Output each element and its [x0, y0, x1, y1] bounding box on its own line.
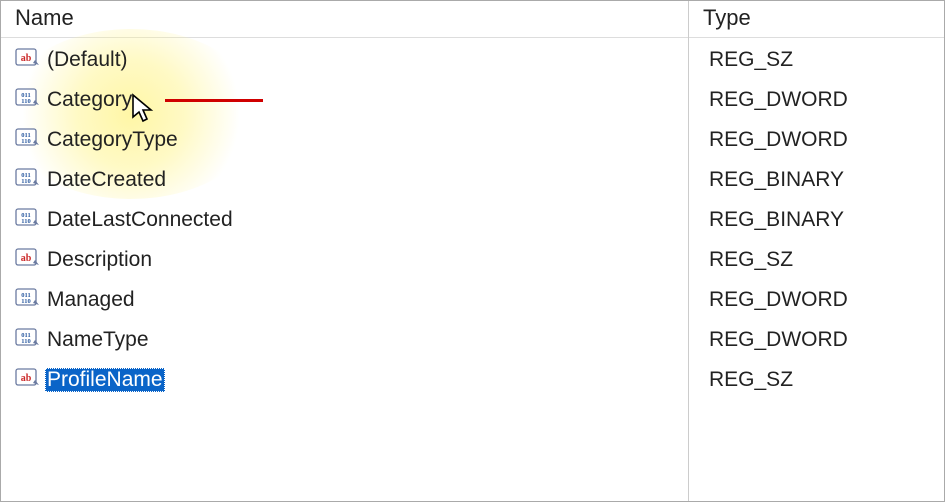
- registry-list[interactable]: Name ab(Default)011110Category011110Cate…: [1, 1, 944, 501]
- registry-value-name[interactable]: Managed: [45, 288, 137, 312]
- svg-text:110: 110: [21, 298, 30, 305]
- registry-value-name[interactable]: Category: [45, 88, 134, 112]
- registry-value-row[interactable]: 011110CategoryType: [1, 120, 688, 160]
- svg-text:ab: ab: [21, 373, 32, 384]
- column-header-name[interactable]: Name: [1, 1, 688, 38]
- reg-binary-icon: 011110: [15, 286, 45, 314]
- registry-value-row[interactable]: ab Description: [1, 240, 688, 280]
- reg-string-icon: ab: [15, 366, 45, 394]
- registry-value-type: REG_DWORD: [703, 288, 848, 312]
- registry-value-name[interactable]: DateLastConnected: [45, 208, 235, 232]
- registry-value-name[interactable]: NameType: [45, 328, 151, 352]
- registry-value-type-row[interactable]: REG_DWORD: [689, 280, 944, 320]
- registry-value-row[interactable]: ab (Default): [1, 40, 688, 80]
- svg-text:110: 110: [21, 138, 30, 145]
- column-header-type[interactable]: Type: [689, 1, 944, 38]
- registry-value-type-row[interactable]: REG_DWORD: [689, 80, 944, 120]
- registry-value-type-row[interactable]: REG_SZ: [689, 40, 944, 80]
- svg-text:ab: ab: [21, 253, 32, 264]
- svg-text:110: 110: [21, 98, 30, 105]
- registry-value-type: REG_SZ: [703, 368, 793, 392]
- registry-value-name[interactable]: CategoryType: [45, 128, 180, 152]
- reg-binary-icon: 011110: [15, 206, 45, 234]
- registry-value-type: REG_DWORD: [703, 128, 848, 152]
- reg-string-icon: ab: [15, 46, 45, 74]
- registry-value-type-row[interactable]: REG_BINARY: [689, 160, 944, 200]
- reg-binary-icon: 011110: [15, 326, 45, 354]
- reg-binary-icon: 011110: [15, 166, 45, 194]
- registry-value-row[interactable]: 011110Managed: [1, 280, 688, 320]
- registry-value-row[interactable]: ab ProfileName: [1, 360, 688, 400]
- registry-value-type-row[interactable]: REG_BINARY: [689, 200, 944, 240]
- registry-value-type: REG_SZ: [703, 248, 793, 272]
- registry-value-type-row[interactable]: REG_SZ: [689, 360, 944, 400]
- registry-value-name[interactable]: ProfileName: [45, 368, 165, 392]
- registry-value-type: REG_DWORD: [703, 88, 848, 112]
- registry-value-row[interactable]: 011110DateCreated: [1, 160, 688, 200]
- registry-value-row[interactable]: 011110DateLastConnected: [1, 200, 688, 240]
- registry-value-type-row[interactable]: REG_SZ: [689, 240, 944, 280]
- registry-value-name[interactable]: Description: [45, 248, 154, 272]
- registry-value-type: REG_DWORD: [703, 328, 848, 352]
- registry-value-type: REG_BINARY: [703, 208, 844, 232]
- svg-text:110: 110: [21, 178, 30, 185]
- svg-text:ab: ab: [21, 53, 32, 64]
- registry-value-type-row[interactable]: REG_DWORD: [689, 120, 944, 160]
- reg-string-icon: ab: [15, 246, 45, 274]
- reg-binary-icon: 011110: [15, 126, 45, 154]
- registry-value-type-row[interactable]: REG_DWORD: [689, 320, 944, 360]
- registry-value-row[interactable]: 011110NameType: [1, 320, 688, 360]
- svg-text:110: 110: [21, 218, 30, 225]
- registry-value-name[interactable]: DateCreated: [45, 168, 168, 192]
- registry-value-type: REG_SZ: [703, 48, 793, 72]
- svg-text:110: 110: [21, 338, 30, 345]
- registry-value-name[interactable]: (Default): [45, 48, 130, 72]
- registry-value-type: REG_BINARY: [703, 168, 844, 192]
- reg-binary-icon: 011110: [15, 86, 45, 114]
- registry-value-row[interactable]: 011110Category: [1, 80, 688, 120]
